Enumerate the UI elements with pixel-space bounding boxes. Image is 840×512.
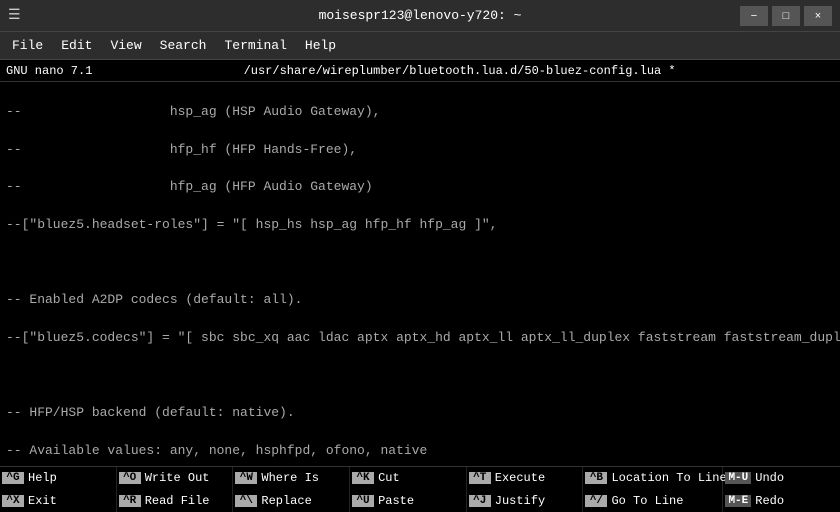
nano-spacer xyxy=(827,64,834,78)
shortcut-key-write-out: ^O xyxy=(119,472,141,484)
shortcut-col-4: ^K Cut ^U Paste xyxy=(350,467,467,512)
shortcut-write-out[interactable]: ^O Write Out xyxy=(117,467,233,490)
shortcut-key-paste: ^U xyxy=(352,495,374,507)
shortcut-help[interactable]: ^G Help xyxy=(0,467,116,490)
shortcut-key-exit: ^X xyxy=(2,495,24,507)
shortcut-col-3: ^W Where Is ^\ Replace xyxy=(233,467,350,512)
shortcut-label-goto-line: Go To Line xyxy=(611,494,683,508)
shortcut-label-redo: Redo xyxy=(755,494,784,508)
editor[interactable]: -- hsp_ag (HSP Audio Gateway), -- hfp_hf… xyxy=(0,82,840,466)
menu-file[interactable]: File xyxy=(4,36,51,55)
nano-filepath: /usr/share/wireplumber/bluetooth.lua.d/5… xyxy=(244,64,676,78)
shortcut-replace[interactable]: ^\ Replace xyxy=(233,490,349,512)
shortcut-label-read-file: Read File xyxy=(145,494,210,508)
menu-icon[interactable]: ☰ xyxy=(8,7,21,24)
shortcut-label-paste: Paste xyxy=(378,494,414,508)
shortcuts-bar: ^G Help ^X Exit ^O Write Out ^R Read Fil… xyxy=(0,466,840,512)
titlebar: ☰ moisespr123@lenovo-y720: ~ − □ × xyxy=(0,0,840,32)
shortcut-label-where-is: Where Is xyxy=(261,471,319,485)
close-button[interactable]: × xyxy=(804,6,832,26)
editor-line: --["bluez5.headset-roles"] = "[ hsp_hs h… xyxy=(6,216,834,235)
shortcut-justify[interactable]: ^J Justify xyxy=(467,490,583,512)
shortcut-key-undo: M-U xyxy=(725,472,751,484)
shortcut-key-replace: ^\ xyxy=(235,495,257,507)
shortcut-undo[interactable]: M-U Undo xyxy=(723,467,840,490)
shortcut-goto-line[interactable]: ^/ Go To Line xyxy=(583,490,722,512)
shortcut-location[interactable]: ^B Location To Line xyxy=(583,467,722,490)
shortcut-key-execute: ^T xyxy=(469,472,491,484)
shortcut-label-execute: Execute xyxy=(495,471,545,485)
shortcut-key-where-is: ^W xyxy=(235,472,257,484)
shortcut-label-undo: Undo xyxy=(755,471,784,485)
shortcut-label-justify: Justify xyxy=(495,494,545,508)
shortcut-cut[interactable]: ^K Cut xyxy=(350,467,466,490)
editor-line: -- HFP/HSP backend (default: native). xyxy=(6,404,834,423)
shortcut-col-2: ^O Write Out ^R Read File xyxy=(117,467,234,512)
shortcut-key-location: ^B xyxy=(585,472,607,484)
shortcut-col-1: ^G Help ^X Exit xyxy=(0,467,117,512)
shortcut-label-exit: Exit xyxy=(28,494,57,508)
editor-line: -- hsp_ag (HSP Audio Gateway), xyxy=(6,103,834,122)
editor-line: -- Enabled A2DP codecs (default: all). xyxy=(6,291,834,310)
shortcut-exit[interactable]: ^X Exit xyxy=(0,490,116,512)
shortcut-col-7: M-U Undo M-E Redo xyxy=(723,467,840,512)
editor-line xyxy=(6,254,834,273)
shortcut-label-cut: Cut xyxy=(378,471,400,485)
titlebar-left: ☰ xyxy=(8,7,21,24)
menu-edit[interactable]: Edit xyxy=(53,36,100,55)
shortcut-label-help: Help xyxy=(28,471,57,485)
menubar: File Edit View Search Terminal Help xyxy=(0,32,840,60)
editor-line: -- Available values: any, none, hsphfpd,… xyxy=(6,442,834,461)
menu-view[interactable]: View xyxy=(102,36,149,55)
shortcut-key-read-file: ^R xyxy=(119,495,141,507)
shortcut-label-replace: Replace xyxy=(261,494,311,508)
shortcut-col-5: ^T Execute ^J Justify xyxy=(467,467,584,512)
editor-line: --["bluez5.codecs"] = "[ sbc sbc_xq aac … xyxy=(6,329,834,348)
shortcut-execute[interactable]: ^T Execute xyxy=(467,467,583,490)
shortcut-redo[interactable]: M-E Redo xyxy=(723,490,840,512)
nano-statusbar: GNU nano 7.1 /usr/share/wireplumber/blue… xyxy=(0,60,840,82)
shortcut-label-write-out: Write Out xyxy=(145,471,210,485)
minimize-button[interactable]: − xyxy=(740,6,768,26)
menu-search[interactable]: Search xyxy=(152,36,215,55)
shortcut-label-location: Location To Line xyxy=(611,471,726,485)
shortcut-paste[interactable]: ^U Paste xyxy=(350,490,466,512)
editor-line: -- hfp_hf (HFP Hands-Free), xyxy=(6,141,834,160)
shortcut-key-goto-line: ^/ xyxy=(585,495,607,507)
shortcut-read-file[interactable]: ^R Read File xyxy=(117,490,233,512)
shortcut-key-justify: ^J xyxy=(469,495,491,507)
shortcut-key-redo: M-E xyxy=(725,495,751,507)
editor-line: -- hfp_ag (HFP Audio Gateway) xyxy=(6,178,834,197)
titlebar-controls: − □ × xyxy=(740,6,832,26)
editor-line xyxy=(6,367,834,386)
nano-version: GNU nano 7.1 xyxy=(6,64,92,78)
window-title: moisespr123@lenovo-y720: ~ xyxy=(319,8,522,23)
shortcut-where-is[interactable]: ^W Where Is xyxy=(233,467,349,490)
menu-terminal[interactable]: Terminal xyxy=(216,36,294,55)
menu-help[interactable]: Help xyxy=(297,36,344,55)
shortcut-key-cut: ^K xyxy=(352,472,374,484)
maximize-button[interactable]: □ xyxy=(772,6,800,26)
shortcut-col-6: ^B Location To Line ^/ Go To Line xyxy=(583,467,723,512)
shortcut-key-help: ^G xyxy=(2,472,24,484)
